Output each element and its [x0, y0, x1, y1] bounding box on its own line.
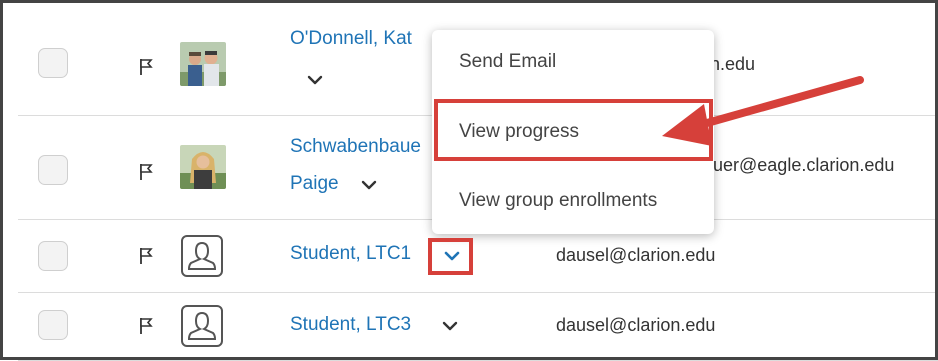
menu-item-send-email[interactable]: Send Email — [459, 51, 556, 73]
user-placeholder-icon — [181, 235, 223, 277]
email-cell: dausel@clarion.edu — [556, 315, 716, 335]
email-cell: uer@eagle.clarion.edu — [713, 155, 895, 175]
avatar[interactable] — [180, 42, 226, 86]
student-name-link[interactable]: Student, LTC3 — [290, 314, 411, 336]
student-name-link[interactable]: Schwabenbaue — [290, 136, 421, 158]
table-row — [18, 293, 938, 361]
flag-icon[interactable] — [138, 247, 154, 265]
row-checkbox[interactable] — [38, 310, 68, 340]
student-name-link[interactable]: O'Donnell, Kat — [290, 28, 412, 50]
student-name-link[interactable]: Student, LTC1 — [290, 243, 411, 265]
flag-icon[interactable] — [138, 163, 154, 181]
pointer-arrow-icon — [662, 76, 864, 146]
avatar[interactable] — [180, 145, 226, 189]
chevron-down-icon[interactable] — [444, 251, 460, 261]
row-checkbox[interactable] — [38, 241, 68, 271]
chevron-down-icon[interactable] — [307, 75, 323, 85]
menu-item-view-progress[interactable]: View progress — [459, 121, 579, 143]
chevron-down-icon[interactable] — [442, 321, 458, 331]
email-cell: dausel@clarion.edu — [556, 245, 716, 265]
chevron-down-icon[interactable] — [361, 180, 377, 190]
flag-icon[interactable] — [138, 317, 154, 335]
flag-icon[interactable] — [138, 58, 154, 76]
student-name-link-line2[interactable]: Paige — [290, 173, 339, 195]
menu-item-view-group-enrollments[interactable]: View group enrollments — [459, 190, 657, 212]
row-checkbox[interactable] — [38, 155, 68, 185]
user-placeholder-icon — [181, 305, 223, 347]
row-checkbox[interactable] — [38, 48, 68, 78]
